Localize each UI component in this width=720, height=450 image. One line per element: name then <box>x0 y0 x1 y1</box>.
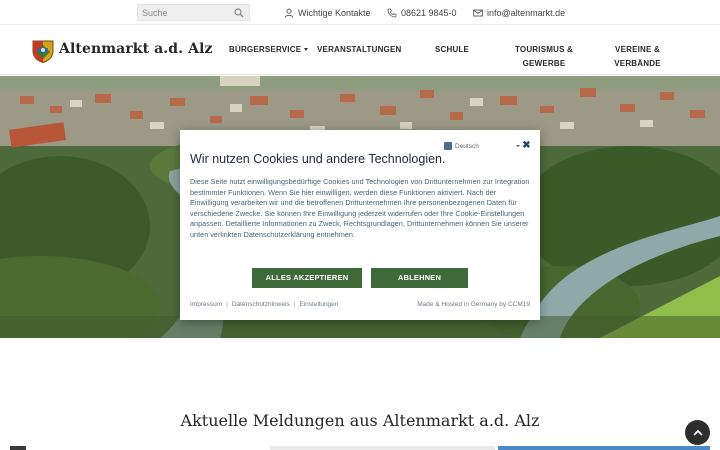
news-heading: Aktuelle Meldungen aus Altenmarkt a.d. A… <box>180 411 540 430</box>
nav-vereine-verbaende[interactable]: Vereine & Verbände <box>610 43 665 71</box>
nav-buergerservice[interactable]: Bürgerservice <box>229 43 309 57</box>
nav-veranstaltungen-label: Veranstaltungen <box>317 45 402 54</box>
email-label: info@altenmarkt.de <box>487 7 566 18</box>
nav-vereine-verbaende-label: Vereine & Verbände <box>614 45 661 68</box>
dialog-footer-links: Impressum | Datenschutzhinweis | Einstel… <box>190 301 338 308</box>
privacy-link[interactable]: Datenschutzhinweis <box>232 301 290 308</box>
caret-down-icon <box>304 48 309 51</box>
contacts-label: Wichtige Kontakte <box>298 7 371 18</box>
chevron-down-icon <box>515 145 520 147</box>
nav-schule[interactable]: Schule <box>435 43 469 57</box>
decline-button[interactable]: Ablehnen <box>371 268 468 288</box>
language-select[interactable]: Deutsch <box>444 140 520 152</box>
site-header: Altenmarkt a.d. Alz Bürgerservice Verans… <box>0 25 720 75</box>
chevron-up-icon <box>692 429 703 436</box>
dialog-text: Diese Seite nutzt einwilligungsbedürftig… <box>190 177 530 239</box>
impressum-link[interactable]: Impressum <box>190 301 222 308</box>
coat-of-arms-logo[interactable] <box>32 39 54 63</box>
email-link[interactable]: info@altenmarkt.de <box>473 6 565 19</box>
news-card-middle[interactable] <box>270 446 495 450</box>
news-card-left[interactable] <box>10 446 26 450</box>
separator: | <box>293 301 296 308</box>
nav-tourismus-gewerbe[interactable]: Tourismus & Gewerbe <box>510 43 578 71</box>
phone-link[interactable]: 08621 9845-0 <box>387 6 457 19</box>
accept-all-button[interactable]: Alles akzeptieren <box>252 268 362 288</box>
user-icon <box>284 8 294 18</box>
cookie-consent-dialog: Deutsch ✖ Wir nutzen Cookies und andere … <box>180 130 540 320</box>
language-icon <box>444 142 452 150</box>
dialog-title: Wir nutzen Cookies und andere Technologi… <box>190 152 446 166</box>
news-card-right[interactable] <box>498 446 710 450</box>
search-icon[interactable] <box>234 8 244 18</box>
phone-label: 08621 9845-0 <box>401 7 457 18</box>
nav-buergerservice-label: Bürgerservice <box>229 45 302 54</box>
search-input[interactable] <box>142 6 230 20</box>
phone-icon <box>387 8 397 17</box>
made-by-link[interactable]: Made & Hosted in Germany by CCM19 <box>417 301 530 308</box>
nav-schule-label: Schule <box>435 45 470 54</box>
language-label: Deutsch <box>455 142 479 150</box>
contacts-link[interactable]: Wichtige Kontakte <box>284 6 371 19</box>
mail-icon <box>473 9 483 16</box>
site-title[interactable]: Altenmarkt a.d. Alz <box>59 41 213 57</box>
search-box[interactable] <box>137 4 250 21</box>
scroll-to-top-button[interactable] <box>685 420 710 445</box>
nav-tourismus-gewerbe-label: Tourismus & Gewerbe <box>514 45 574 68</box>
nav-veranstaltungen[interactable]: Veranstaltungen <box>317 43 401 57</box>
top-bar: Wichtige Kontakte 08621 9845-0 info@alte… <box>0 0 720 25</box>
separator: | <box>226 301 228 308</box>
settings-link[interactable]: Einstellungen <box>299 301 338 308</box>
close-icon[interactable]: ✖ <box>522 141 531 151</box>
